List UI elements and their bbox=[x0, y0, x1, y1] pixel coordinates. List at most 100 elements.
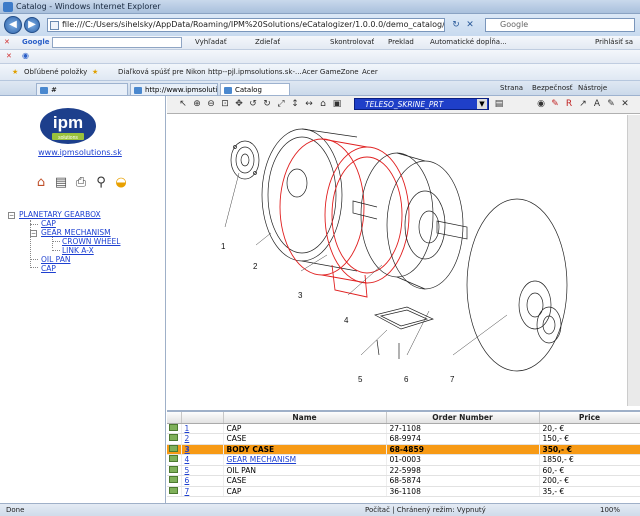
print-icon[interactable]: ⎙ bbox=[72, 174, 90, 191]
part-1-cap[interactable] bbox=[230, 140, 260, 180]
part-4-gear-mechanism[interactable] bbox=[352, 152, 468, 290]
tree-node-cap-2[interactable]: CAP bbox=[41, 264, 56, 273]
page-menu[interactable]: Strana bbox=[500, 84, 523, 92]
favorite-link-3[interactable]: Acer GameZone bbox=[302, 68, 359, 76]
part-7-cap[interactable] bbox=[536, 306, 562, 344]
cart-icon-cell[interactable] bbox=[167, 444, 182, 455]
header-price[interactable]: Price bbox=[539, 412, 640, 424]
zoom-out-icon[interactable]: ⊖ bbox=[205, 98, 217, 111]
zoom-in-icon[interactable]: ⊕ bbox=[191, 98, 203, 111]
callout-2[interactable]: 2 bbox=[253, 262, 258, 271]
favorite-link-2[interactable]: http--pjl.ipmsolutions.sk-... bbox=[208, 68, 302, 76]
cell-no[interactable]: 6 bbox=[181, 475, 224, 487]
header-no[interactable] bbox=[181, 412, 224, 424]
table-row[interactable]: 7 CAP 36-1108 35,- € bbox=[167, 486, 640, 497]
search-icon[interactable]: ⚲ bbox=[92, 174, 110, 191]
text-icon[interactable]: A bbox=[591, 98, 603, 111]
add-favorite-icon[interactable]: ★ bbox=[92, 68, 98, 76]
cart-icon-cell[interactable] bbox=[167, 486, 182, 497]
exploded-drawing[interactable]: 1 2 3 4 5 6 7 bbox=[167, 115, 627, 406]
rotate-right-icon[interactable]: ↻ bbox=[261, 98, 273, 111]
toolbar-close-icon[interactable]: ✕ bbox=[4, 38, 10, 46]
site-link[interactable]: www.ipmsolutions.sk bbox=[0, 148, 160, 157]
zoom-window-icon[interactable]: ⊡ bbox=[219, 98, 231, 111]
home-view-icon[interactable]: ⌂ bbox=[317, 98, 329, 111]
table-row[interactable]: 4 GEAR MECHANISM 01-0003 1850,- € bbox=[167, 454, 640, 466]
cell-no[interactable]: 1 bbox=[181, 423, 224, 434]
pan-icon[interactable]: ✥ bbox=[233, 98, 245, 111]
forward-button[interactable]: ▶ bbox=[24, 17, 40, 33]
cell-no-text[interactable]: 7 bbox=[185, 487, 190, 496]
pen-icon[interactable]: ✎ bbox=[605, 98, 617, 111]
tree-node-link-ax[interactable]: LINK A-X bbox=[62, 246, 94, 255]
callout-6[interactable]: 6 bbox=[404, 375, 409, 384]
google-translate-button[interactable]: Preklad bbox=[388, 38, 414, 46]
add-to-cart-icon[interactable] bbox=[169, 476, 179, 484]
table-row[interactable]: 5 OIL PAN 22-5998 60,- € bbox=[167, 465, 640, 476]
google-share-button[interactable]: Zdieľať bbox=[255, 38, 280, 46]
zoom-level[interactable]: 100% bbox=[600, 506, 620, 514]
part-3-body-case[interactable] bbox=[279, 138, 410, 298]
arrow-icon[interactable]: ↗ bbox=[577, 98, 589, 111]
tree-collapse-icon[interactable]: − bbox=[8, 212, 15, 219]
stop-icon[interactable]: ✕ bbox=[464, 19, 476, 31]
width-icon[interactable]: ↔ bbox=[303, 98, 315, 111]
callout-4[interactable]: 4 bbox=[344, 316, 349, 325]
tree-node-gear-mechanism[interactable]: GEAR MECHANISM bbox=[41, 228, 111, 237]
table-row[interactable]: 3 BODY CASE 68-4859 350,- € bbox=[167, 444, 640, 455]
part-6-cover[interactable] bbox=[466, 198, 568, 372]
close-markup-icon[interactable]: ✕ bbox=[619, 98, 631, 111]
cart-icon-cell[interactable] bbox=[167, 423, 182, 434]
add-to-cart-icon[interactable] bbox=[169, 423, 179, 431]
search-input[interactable]: Google bbox=[485, 18, 635, 32]
add-to-cart-icon[interactable] bbox=[169, 465, 179, 473]
safety-menu[interactable]: Bezpečnosť bbox=[532, 84, 573, 92]
tab-2[interactable]: http://www.ipmsolutions.sk bbox=[130, 83, 218, 95]
table-row[interactable]: 2 CASE 68-9974 150,- € bbox=[167, 433, 640, 445]
tools-menu[interactable]: Nástroje bbox=[578, 84, 607, 92]
tree-root[interactable]: PLANETARY GEARBOX bbox=[19, 210, 101, 219]
home-icon[interactable]: ⌂ bbox=[32, 174, 50, 191]
cell-name[interactable]: GEAR MECHANISM bbox=[223, 454, 387, 466]
callout-7[interactable]: 7 bbox=[450, 375, 455, 384]
add-to-cart-icon[interactable] bbox=[169, 434, 179, 442]
add-to-cart-icon[interactable] bbox=[169, 455, 179, 463]
back-button[interactable]: ◀ bbox=[4, 16, 22, 34]
cart-icon-cell[interactable] bbox=[167, 433, 182, 445]
cell-no[interactable]: 7 bbox=[181, 486, 224, 497]
cart-icon-cell[interactable] bbox=[167, 475, 182, 487]
google-check-button[interactable]: Skontrolovať bbox=[330, 38, 374, 46]
cell-no-text[interactable]: 5 bbox=[185, 466, 190, 475]
header-name[interactable]: Name bbox=[223, 412, 387, 424]
layer-icon[interactable]: ▤ bbox=[493, 98, 505, 111]
cell-no[interactable]: 2 bbox=[181, 433, 224, 445]
tab-1[interactable]: # bbox=[36, 83, 128, 95]
google-search-button[interactable]: Vyhľadať bbox=[195, 38, 227, 46]
tab-3[interactable]: Catalog bbox=[220, 83, 290, 95]
callout-5[interactable]: 5 bbox=[358, 375, 363, 384]
cell-no-text[interactable]: 3 bbox=[185, 445, 190, 454]
favorites-star-icon[interactable]: ★ bbox=[12, 68, 18, 76]
header-order-number[interactable]: Order Number bbox=[386, 412, 540, 424]
cell-name-text[interactable]: GEAR MECHANISM bbox=[227, 455, 297, 464]
security-zone[interactable]: Počítač | Chránený režim: Vypnutý bbox=[365, 506, 486, 514]
add-to-cart-icon[interactable] bbox=[169, 486, 179, 494]
tree-node-cap[interactable]: CAP bbox=[41, 219, 56, 228]
table-row[interactable]: 1 CAP 27-1108 20,- € bbox=[167, 423, 640, 434]
addon-icon[interactable]: ◉ bbox=[22, 51, 29, 60]
favorite-link-4[interactable]: Acer bbox=[362, 68, 378, 76]
height-icon[interactable]: ↕ bbox=[289, 98, 301, 111]
cell-no-text[interactable]: 6 bbox=[185, 476, 190, 485]
cell-no[interactable]: 4 bbox=[181, 454, 224, 466]
callout-3[interactable]: 3 bbox=[298, 291, 303, 300]
document-icon[interactable]: ▤ bbox=[52, 174, 70, 191]
cart-icon-cell[interactable] bbox=[167, 465, 182, 476]
tree-node-crown-wheel[interactable]: CROWN WHEEL bbox=[62, 237, 120, 246]
google-autofill-button[interactable]: Automatické dopĺňa... bbox=[430, 38, 507, 46]
misc-close-icon[interactable]: ✕ bbox=[6, 52, 12, 60]
google-signin-button[interactable]: Prihlásiť sa bbox=[595, 38, 633, 46]
rotate-left-icon[interactable]: ↺ bbox=[247, 98, 259, 111]
tree-collapse-icon[interactable]: − bbox=[30, 230, 37, 237]
refresh-icon[interactable]: ↻ bbox=[450, 19, 462, 31]
cell-no-text[interactable]: 1 bbox=[185, 424, 190, 433]
